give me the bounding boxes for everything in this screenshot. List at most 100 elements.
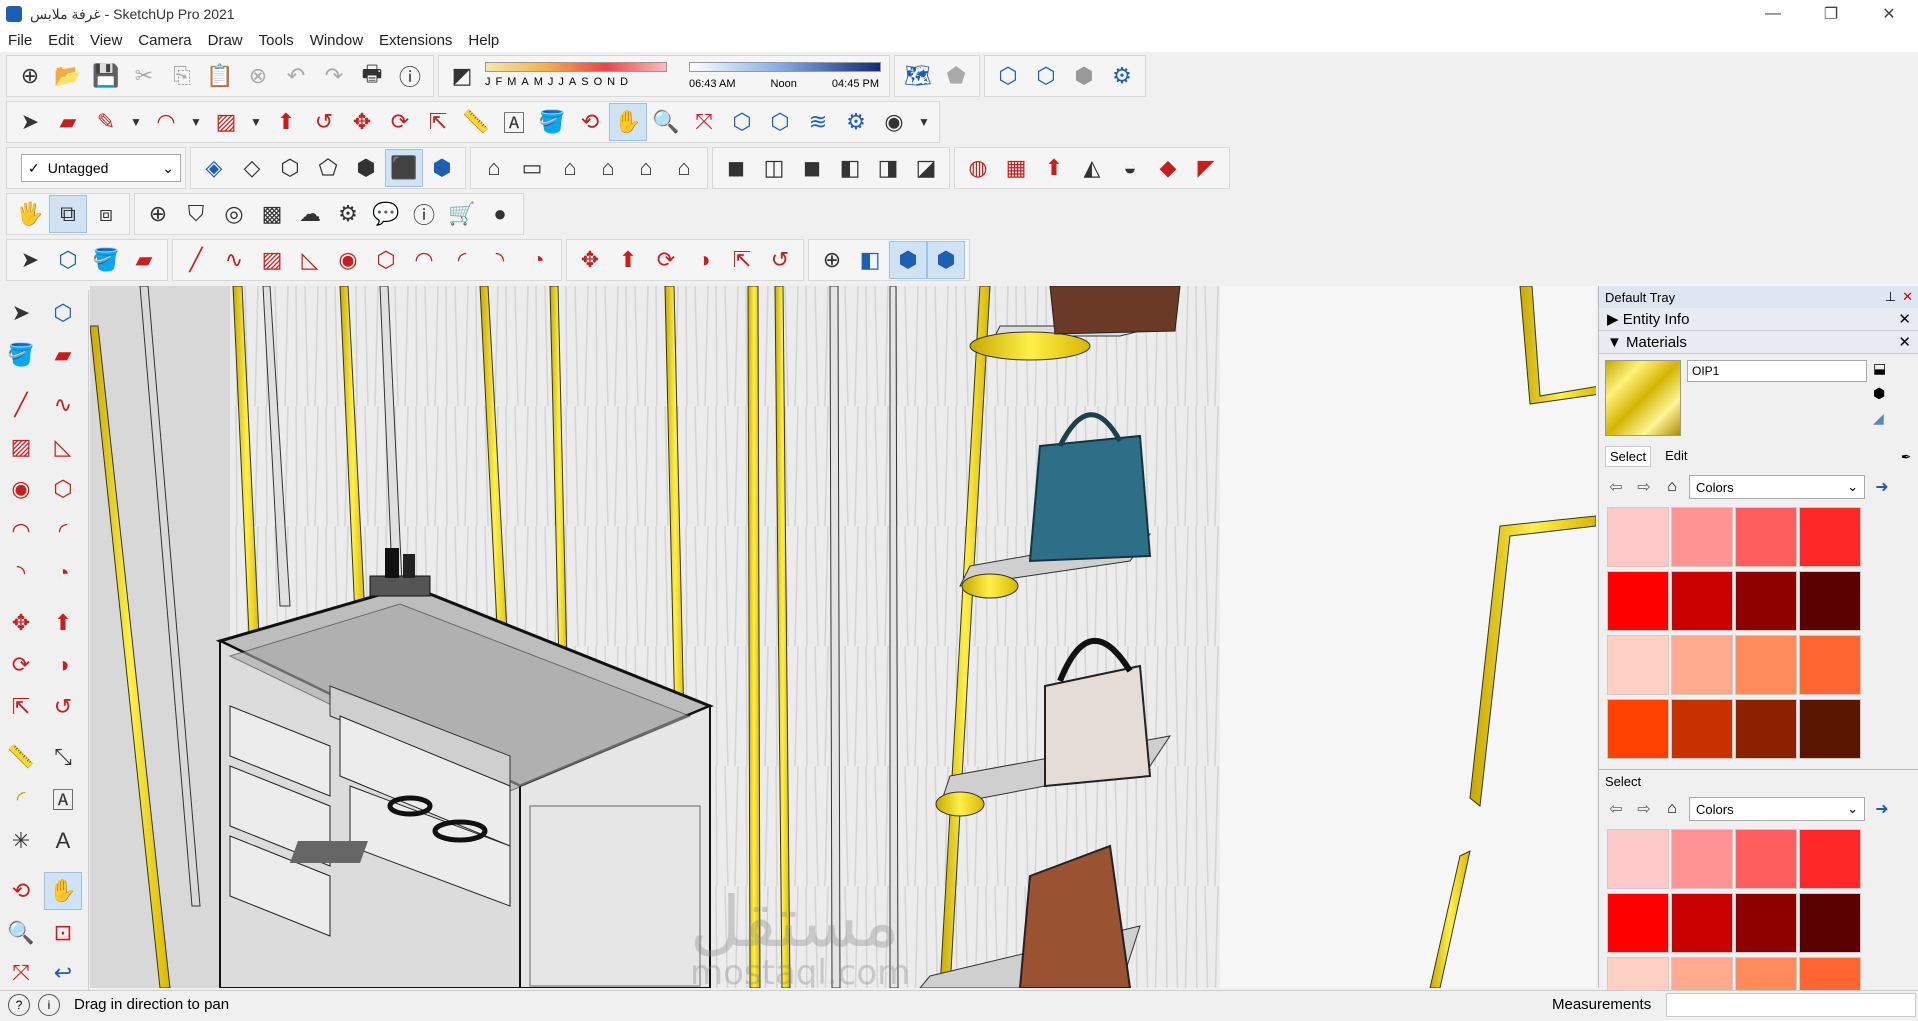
paint-bucket-icon[interactable]: 🪣	[533, 103, 571, 141]
follow-me-icon[interactable]: ◑	[685, 241, 723, 279]
component-attributes-icon[interactable]: ⧈	[87, 195, 125, 233]
circle-icon[interactable]: ◉	[329, 241, 367, 279]
component-options-icon[interactable]: ⧉	[49, 195, 87, 233]
current-material-swatch[interactable]	[1605, 360, 1681, 436]
rotate-icon[interactable]: ⟳	[381, 103, 419, 141]
arc-icon[interactable]: ◠	[405, 241, 443, 279]
freehand-icon[interactable]: ∿	[215, 241, 253, 279]
create-material-icon[interactable]: ⬢	[1873, 385, 1886, 402]
pin-icon[interactable]: ⊥	[1885, 289, 1896, 305]
default-material-icon[interactable]: ◢	[1873, 410, 1886, 427]
home-icon[interactable]: ⌂	[1661, 476, 1683, 498]
pie-icon[interactable]: ◔	[44, 554, 82, 592]
extension-warehouse-icon[interactable]: ⚙	[1103, 57, 1141, 95]
rectangle-icon[interactable]: ▨	[207, 103, 245, 141]
display-section-cuts-icon[interactable]: ⬢	[889, 241, 927, 279]
material-name-field[interactable]: OIP1	[1687, 360, 1867, 382]
close-icon[interactable]: ✕	[1898, 310, 1911, 328]
menu-draw[interactable]: Draw	[200, 32, 251, 49]
menu-tools[interactable]: Tools	[251, 32, 302, 49]
right-view-icon[interactable]: ⌂	[589, 149, 627, 187]
move-icon[interactable]: ✥	[571, 241, 609, 279]
display-section-planes-icon[interactable]: ◧	[851, 241, 889, 279]
shadow-time-slider[interactable]: 06:43 AM Noon 04:45 PM	[685, 56, 885, 96]
3pt-arc-icon[interactable]: ◝	[2, 554, 40, 592]
eraser-icon[interactable]: ▰	[49, 103, 87, 141]
3d-warehouse-icon[interactable]: ⬡	[723, 103, 761, 141]
back-edges-icon[interactable]: ◇	[233, 149, 271, 187]
line-icon[interactable]: ╱	[2, 386, 40, 424]
chevron-down-icon[interactable]: ▼	[185, 103, 207, 141]
text-icon[interactable]: 🄰	[44, 780, 82, 818]
tab-select[interactable]: Select	[1605, 446, 1652, 467]
color-swatch[interactable]	[1607, 571, 1669, 631]
color-swatch[interactable]	[1799, 635, 1861, 695]
share-model-icon[interactable]: ⬡	[1027, 57, 1065, 95]
tab-edit[interactable]: Edit	[1661, 446, 1691, 467]
color-swatch[interactable]	[1799, 829, 1861, 889]
paint-bucket-icon[interactable]: 🪣	[87, 241, 125, 279]
info-icon[interactable]: ⓘ	[405, 195, 443, 233]
color-swatch[interactable]	[1671, 507, 1733, 567]
share-component-icon[interactable]: ⬢	[1065, 57, 1103, 95]
shield-icon[interactable]: ⛉	[177, 195, 215, 233]
rotate-icon[interactable]: ⟳	[647, 241, 685, 279]
freehand-icon[interactable]: ∿	[44, 386, 82, 424]
model-viewport[interactable]: مستقل mostaql.com	[90, 286, 1596, 988]
add-plugin-icon[interactable]: ⊕	[139, 195, 177, 233]
back-arrow-icon[interactable]: ⇦	[1605, 476, 1627, 498]
menu-window[interactable]: Window	[302, 32, 371, 49]
print-icon[interactable]: 🖶	[353, 57, 391, 95]
section-plane-icon[interactable]: ⊕	[813, 241, 851, 279]
close-icon[interactable]: ✕	[1902, 289, 1913, 305]
hidden-line-icon[interactable]: ⬠	[309, 149, 347, 187]
paste-icon[interactable]: 📋	[201, 57, 239, 95]
flip-edge-icon[interactable]: ◤	[1187, 149, 1225, 187]
toggle-terrain-icon[interactable]: ⬟	[937, 57, 975, 95]
details-arrow-icon[interactable]: ➜	[1871, 798, 1893, 820]
push-pull-icon[interactable]: ⬆	[609, 241, 647, 279]
paint-bucket-icon[interactable]: 🪣	[2, 336, 40, 374]
back-view-icon[interactable]: ⌂	[627, 149, 665, 187]
move-icon[interactable]: ✥	[2, 604, 40, 642]
materials-panel-header[interactable]: ▼ Materials ✕	[1599, 331, 1918, 354]
follow-me-icon[interactable]: ◑	[44, 646, 82, 684]
3d-warehouse-icon[interactable]: ⬡	[989, 57, 1027, 95]
copy-icon[interactable]: ⎘	[163, 57, 201, 95]
line-icon[interactable]: ╱	[177, 241, 215, 279]
color-swatch[interactable]	[1607, 699, 1669, 759]
model-info-icon[interactable]: ⓘ	[391, 57, 429, 95]
color-swatch[interactable]	[1735, 829, 1797, 889]
color-swatch[interactable]	[1671, 635, 1733, 695]
top-view-icon[interactable]: ▭	[513, 149, 551, 187]
zoom-icon[interactable]: 🔍	[647, 103, 685, 141]
scale-icon[interactable]: ⇱	[2, 688, 40, 726]
share-model-icon[interactable]: ⬡	[761, 103, 799, 141]
details-arrow-icon[interactable]: ➜	[1871, 476, 1893, 498]
from-scratch-icon[interactable]: ▦	[997, 149, 1035, 187]
geo-location-icon[interactable]: ?	[8, 993, 30, 1016]
pie-icon[interactable]: ◔	[519, 241, 557, 279]
new-file-icon[interactable]: ⊕	[11, 57, 49, 95]
make-component-icon[interactable]: ⬡	[49, 241, 87, 279]
add-detail-icon[interactable]: ◆	[1149, 149, 1187, 187]
subtract-icon[interactable]: ◧	[831, 149, 869, 187]
drape-icon[interactable]: ◒	[1111, 149, 1149, 187]
outer-shell-icon[interactable]: ◼	[717, 149, 755, 187]
entity-info-panel-header[interactable]: ▶ Entity Info ✕	[1599, 308, 1918, 331]
color-swatch[interactable]	[1735, 699, 1797, 759]
undo-icon[interactable]: ↶	[277, 57, 315, 95]
menu-camera[interactable]: Camera	[130, 32, 199, 49]
menu-extensions[interactable]: Extensions	[371, 32, 460, 49]
back-arrow-icon[interactable]: ⇦	[1605, 798, 1627, 820]
tape-measure-icon[interactable]: 📏	[2, 738, 40, 776]
chevron-down-icon[interactable]: ▼	[913, 103, 935, 141]
select-arrow-icon[interactable]: ➤	[11, 103, 49, 141]
extension-warehouse-icon[interactable]: ⚙	[837, 103, 875, 141]
user-account-icon[interactable]: ◉	[875, 103, 913, 141]
intersect-icon[interactable]: ◫	[755, 149, 793, 187]
polygon-icon[interactable]: ⬡	[367, 241, 405, 279]
add-location-icon[interactable]: 🗺	[899, 57, 937, 95]
menu-help[interactable]: Help	[460, 32, 507, 49]
color-swatch[interactable]	[1671, 829, 1733, 889]
